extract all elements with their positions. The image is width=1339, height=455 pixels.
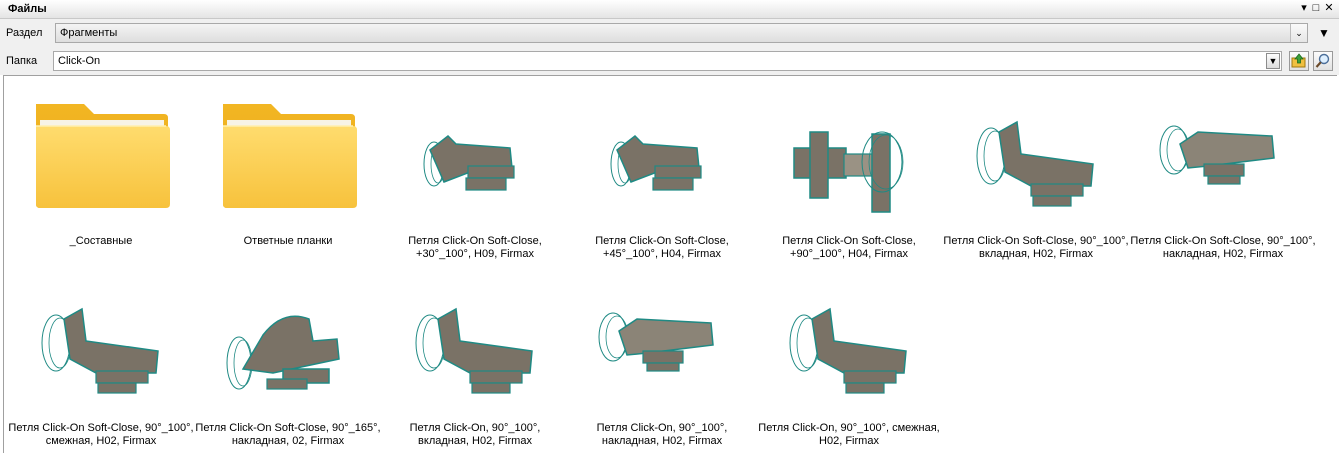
folder-icon [223, 104, 357, 208]
item-caption: Ответные планки [243, 235, 333, 247]
search-button[interactable] [1313, 51, 1333, 71]
file-thumbnail [587, 92, 737, 222]
file-thumbnail [26, 279, 176, 409]
section-label: Раздел [6, 27, 43, 39]
item-caption: Петля Click-On Soft-Close, 90°_100°, сме… [8, 422, 194, 447]
hinge-icon [423, 135, 515, 191]
file-item[interactable]: Петля Click-On Soft-Close, 90°_165°, нак… [195, 271, 381, 455]
item-caption: Петля Click-On Soft-Close, +90°_100°, H0… [782, 235, 916, 260]
file-thumbnail [774, 279, 924, 409]
hinge-icon [793, 131, 904, 213]
search-icon [1315, 53, 1330, 68]
hinge-icon [1159, 125, 1275, 185]
maximize-icon[interactable]: □ [1310, 2, 1322, 15]
folder-item[interactable]: Ответные планки [195, 84, 381, 270]
file-item[interactable]: Петля Click-On, 90°_100°, вкладная, H02,… [382, 271, 568, 455]
file-item[interactable]: Петля Click-On Soft-Close, 90°_100°, вкл… [943, 84, 1129, 270]
file-item[interactable]: Петля Click-On Soft-Close, 90°_100°, нак… [1130, 84, 1316, 270]
file-thumbnail [774, 92, 924, 222]
folder-icon [36, 104, 170, 208]
file-thumbnail [587, 279, 737, 409]
file-item[interactable]: Петля Click-On, 90°_100°, накладная, H02… [569, 271, 755, 455]
file-thumbnail [213, 279, 363, 409]
close-icon[interactable]: ✕ [1323, 2, 1335, 15]
file-item[interactable]: Петля Click-On Soft-Close, +45°_100°, H0… [569, 84, 755, 270]
file-item[interactable]: Петля Click-On Soft-Close, +30°_100°, H0… [382, 84, 568, 270]
menu-arrow-icon[interactable]: ▼ [1318, 26, 1330, 40]
hinge-icon [41, 307, 159, 394]
hinge-icon [976, 120, 1094, 207]
file-thumbnail [1148, 92, 1298, 222]
item-caption: Петля Click-On Soft-Close, 90°_100°, нак… [1130, 235, 1316, 260]
chevron-down-icon[interactable]: ⌄ [1290, 24, 1307, 42]
file-item[interactable]: Петля Click-On Soft-Close, +90°_100°, H0… [756, 84, 942, 270]
dropdown-arrow-icon[interactable]: ▼ [1266, 53, 1280, 69]
file-thumbnail [400, 92, 550, 222]
file-thumbnail [961, 92, 1111, 222]
item-caption: Петля Click-On, 90°_100°, накладная, H02… [596, 422, 728, 447]
file-grid: _Составные Ответные планки Петля Click-O… [3, 75, 1337, 453]
item-caption: Петля Click-On, 90°_100°, вкладная, H02,… [409, 422, 541, 447]
item-caption: Петля Click-On Soft-Close, 90°_100°, вкл… [943, 235, 1129, 260]
hinge-icon [598, 312, 714, 372]
folder-thumbnail [213, 92, 363, 222]
item-caption: Петля Click-On Soft-Close, 90°_165°, нак… [195, 422, 381, 447]
item-caption: _Составные [69, 235, 133, 247]
pin-icon[interactable]: ▾ [1298, 2, 1310, 15]
file-thumbnail [400, 279, 550, 409]
folder-item[interactable]: _Составные [8, 84, 194, 270]
folder-select[interactable]: Click-On ▼ [53, 51, 1282, 71]
folder-thumbnail [26, 92, 176, 222]
section-value: Фрагменты [60, 27, 118, 39]
hinge-icon [610, 135, 702, 191]
item-caption: Петля Click-On, 90°_100°, смежная, H02, … [758, 422, 940, 447]
folder-up-icon [1291, 53, 1306, 68]
hinge-icon [226, 315, 340, 390]
item-caption: Петля Click-On Soft-Close, +45°_100°, H0… [595, 235, 729, 260]
file-item[interactable]: Петля Click-On, 90°_100°, смежная, H02, … [756, 271, 942, 455]
window-titlebar: Файлы ▾ □ ✕ [0, 0, 1339, 19]
hinge-icon [789, 307, 907, 394]
hinge-icon [415, 307, 533, 394]
file-item[interactable]: Петля Click-On Soft-Close, 90°_100°, сме… [8, 271, 194, 455]
folder-row: Папка Click-On ▼ [0, 47, 1339, 75]
section-select[interactable]: Фрагменты ⌄ [55, 23, 1308, 43]
folder-value: Click-On [58, 55, 101, 67]
folder-label: Папка [6, 55, 38, 67]
item-caption: Петля Click-On Soft-Close, +30°_100°, H0… [408, 235, 542, 260]
section-row: Раздел Фрагменты ⌄ ▼ [0, 19, 1339, 47]
folder-up-button[interactable] [1289, 51, 1309, 71]
window-title: Файлы [8, 3, 47, 15]
